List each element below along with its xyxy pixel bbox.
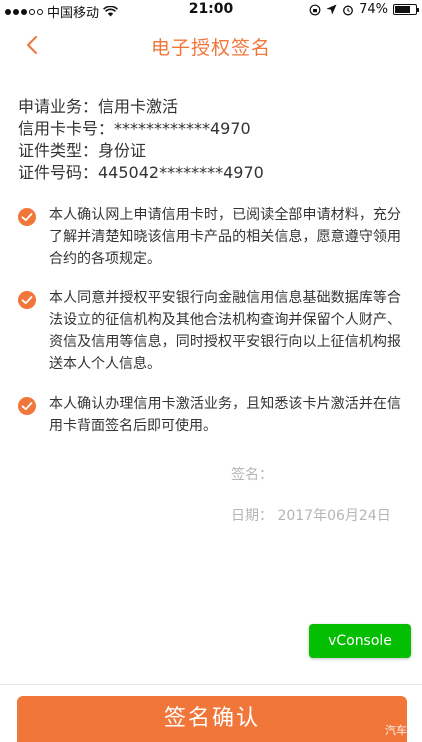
id-number: 证件号码：445042********4970 <box>18 163 264 182</box>
signature-label: 签名： <box>231 467 273 483</box>
agreement-checkbox-3[interactable] <box>18 397 36 415</box>
location-arrow-icon <box>326 4 337 15</box>
application-info: 申请业务：信用卡激活 信用卡卡号：************4970 证件类型：身… <box>18 96 264 184</box>
agreement-text-3: 本人确认办理信用卡激活业务，且知悉该卡片激活并在信用卡背面签名后即可使用。 <box>49 396 401 434</box>
business-type: 申请业务：信用卡激活 <box>18 97 179 116</box>
vconsole-button[interactable]: vConsole <box>309 624 411 658</box>
checkmark-icon <box>21 296 33 305</box>
status-right: 74% <box>309 2 419 17</box>
signature-date: 日期： 2017年06月24日 <box>231 508 391 524</box>
agreement-checkbox-2[interactable] <box>18 291 36 309</box>
battery-icon <box>393 4 419 15</box>
agreement-text-1: 本人确认网上申请信用卡时，已阅读全部申请材料，充分了解并清楚知晓该信用卡产品的相… <box>49 207 401 267</box>
signal-strength-icon <box>5 8 43 15</box>
checkmark-icon <box>21 402 33 411</box>
agreement-text-2: 本人同意并授权平安银行向金融信用信息基础数据库等合法设立的征信机构及其他合法机构… <box>49 290 401 372</box>
wifi-icon <box>103 6 118 17</box>
footer-divider <box>0 684 422 685</box>
card-number: 信用卡卡号：************4970 <box>18 119 251 138</box>
checkmark-icon <box>21 213 33 222</box>
id-type: 证件类型：身份证 <box>18 141 147 160</box>
agreement-checkbox-1[interactable] <box>18 208 36 226</box>
watermark: 汽车之 <box>385 724 418 737</box>
status-left: 中国移动 <box>5 2 118 21</box>
screen: 中国移动 21:00 74% 电子授权签名 申请业务：信用卡激活 信用卡卡号：*… <box>0 0 422 742</box>
rotation-lock-icon <box>309 4 321 15</box>
signature-confirm-button[interactable]: 签名确认 <box>17 696 407 742</box>
status-bar: 中国移动 21:00 74% <box>0 0 422 21</box>
page-title: 电子授权签名 <box>150 37 271 59</box>
alarm-clock-icon <box>343 5 354 15</box>
carrier-name: 中国移动 <box>47 6 100 21</box>
nav-bar: 电子授权签名 <box>0 20 422 72</box>
battery-percent: 74% <box>359 2 388 17</box>
